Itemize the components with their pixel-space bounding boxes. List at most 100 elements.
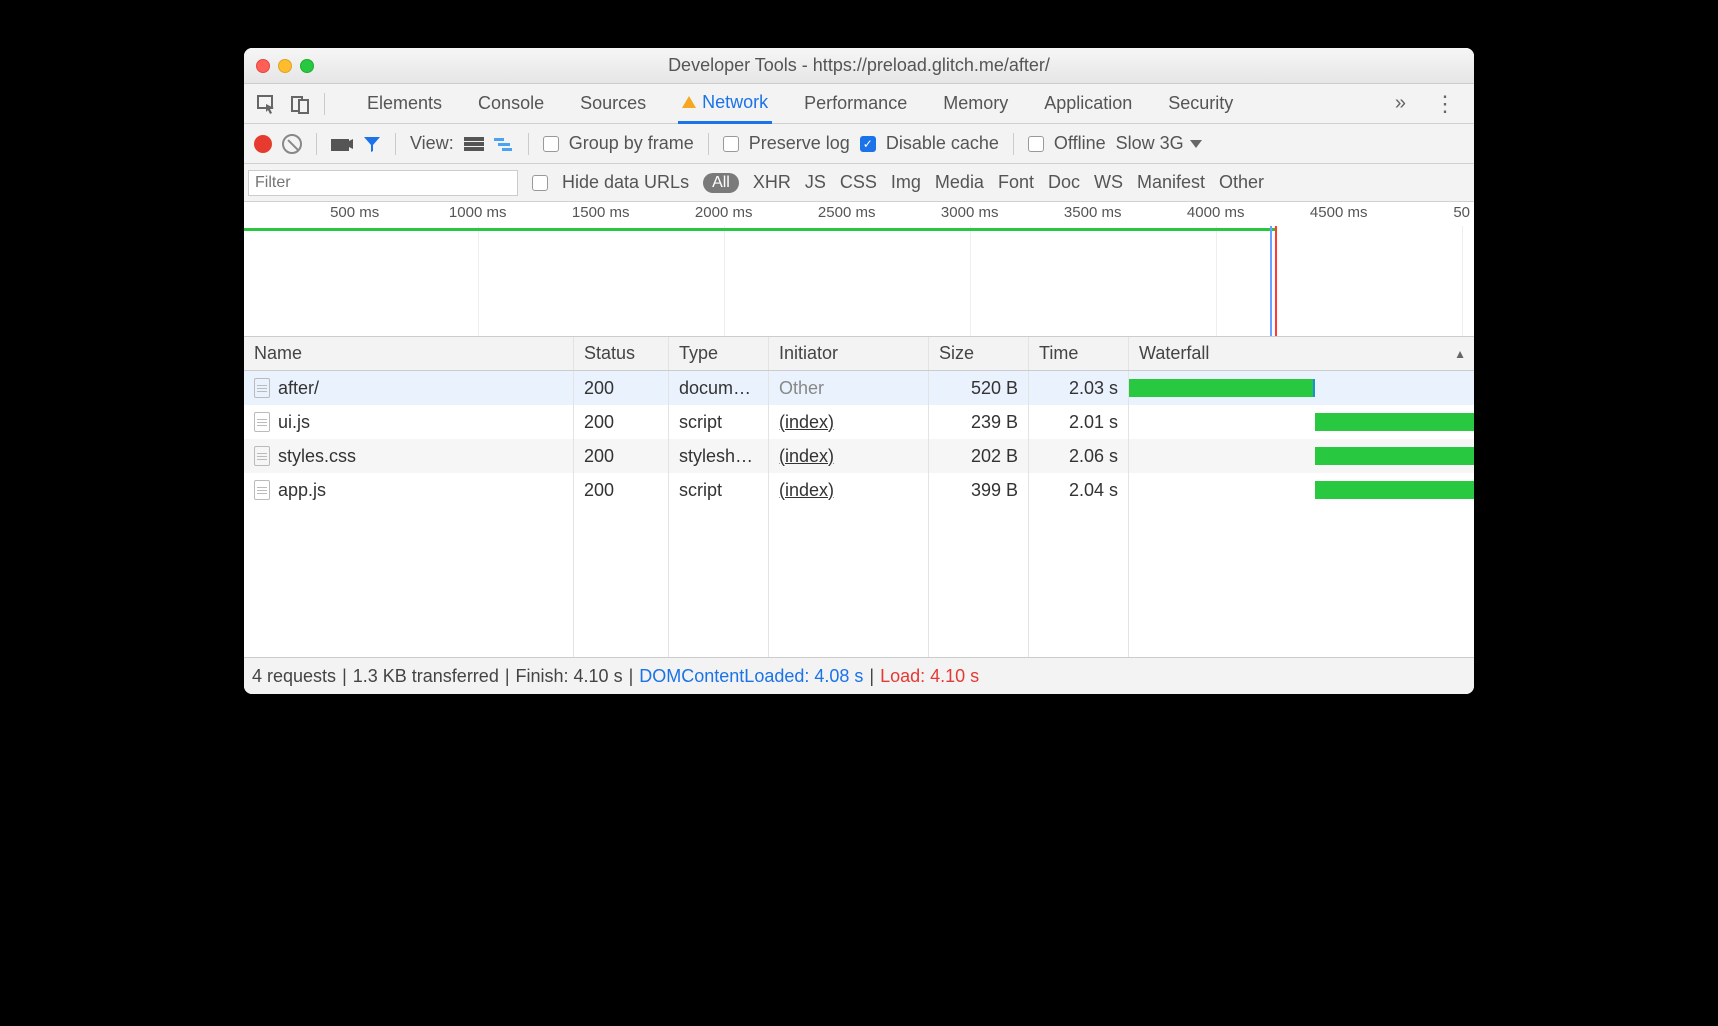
status-requests: 4 requests — [252, 666, 336, 687]
separator — [528, 133, 529, 155]
tab-elements[interactable]: Elements — [363, 84, 446, 124]
capture-screenshots-icon[interactable] — [331, 136, 353, 152]
col-name[interactable]: Name — [244, 337, 574, 370]
filter-input[interactable] — [248, 170, 518, 196]
cell-name: styles.css — [244, 439, 574, 473]
separator — [395, 133, 396, 155]
cell-waterfall — [1129, 371, 1474, 405]
devtools-window: Developer Tools - https://preload.glitch… — [244, 48, 1474, 694]
chevron-down-icon — [1190, 140, 1202, 148]
filter-type-doc[interactable]: Doc — [1048, 172, 1080, 193]
device-toggle-icon[interactable] — [286, 90, 314, 118]
filter-type-all[interactable]: All — [703, 173, 739, 193]
filter-type-img[interactable]: Img — [891, 172, 921, 193]
minimize-window-button[interactable] — [278, 59, 292, 73]
cell-time: 2.04 s — [1029, 473, 1129, 507]
group-by-frame-label: Group by frame — [569, 133, 694, 154]
timeline-overview[interactable]: 500 ms 1000 ms 1500 ms 2000 ms 2500 ms 3… — [244, 202, 1474, 337]
col-status[interactable]: Status — [574, 337, 669, 370]
cell-initiator[interactable]: (index) — [769, 405, 929, 439]
filter-type-font[interactable]: Font — [998, 172, 1034, 193]
hide-data-urls-label: Hide data URLs — [562, 172, 689, 193]
timeline-tick: 3000 ms — [941, 204, 999, 221]
timeline-tick: 4000 ms — [1187, 204, 1245, 221]
tab-memory[interactable]: Memory — [939, 84, 1012, 124]
filter-type-other[interactable]: Other — [1219, 172, 1264, 193]
cell-size: 239 B — [929, 405, 1029, 439]
requests-table: Name Status Type Initiator Size Time Wat… — [244, 337, 1474, 658]
offline-label: Offline — [1054, 133, 1106, 154]
load-marker — [1275, 226, 1277, 336]
col-time[interactable]: Time — [1029, 337, 1129, 370]
tab-network[interactable]: Network — [678, 84, 772, 124]
col-type[interactable]: Type — [669, 337, 769, 370]
file-icon — [254, 446, 270, 466]
timeline-gridlines — [244, 226, 1474, 336]
hide-data-urls-checkbox[interactable] — [532, 175, 548, 191]
inspect-icon[interactable] — [252, 90, 280, 118]
throttle-select[interactable]: Slow 3G — [1116, 133, 1202, 154]
table-header: Name Status Type Initiator Size Time Wat… — [244, 337, 1474, 371]
timeline-tick: 2000 ms — [695, 204, 753, 221]
close-window-button[interactable] — [256, 59, 270, 73]
cell-status: 200 — [574, 405, 669, 439]
filter-type-ws[interactable]: WS — [1094, 172, 1123, 193]
maximize-window-button[interactable] — [300, 59, 314, 73]
tab-performance[interactable]: Performance — [800, 84, 911, 124]
cell-waterfall — [1129, 473, 1474, 507]
cell-initiator[interactable]: (index) — [769, 439, 929, 473]
clear-button[interactable] — [282, 134, 302, 154]
status-load: Load: 4.10 s — [880, 666, 979, 687]
tab-sources[interactable]: Sources — [576, 84, 650, 124]
col-size[interactable]: Size — [929, 337, 1029, 370]
filter-type-js[interactable]: JS — [805, 172, 826, 193]
cell-size: 520 B — [929, 371, 1029, 405]
status-finish: Finish: 4.10 s — [516, 666, 623, 687]
preserve-log-checkbox[interactable] — [723, 136, 739, 152]
timeline-tick: 4500 ms — [1310, 204, 1368, 221]
file-icon — [254, 378, 270, 398]
group-by-frame-checkbox[interactable] — [543, 136, 559, 152]
cell-size: 202 B — [929, 439, 1029, 473]
window-title: Developer Tools - https://preload.glitch… — [244, 55, 1474, 76]
cell-waterfall — [1129, 439, 1474, 473]
separator — [1013, 133, 1014, 155]
table-row[interactable]: app.js 200 script (index) 399 B 2.04 s — [244, 473, 1474, 507]
disable-cache-label: Disable cache — [886, 133, 999, 154]
table-row[interactable]: after/ 200 docum… Other 520 B 2.03 s — [244, 371, 1474, 405]
cell-type: docum… — [669, 371, 769, 405]
status-bar: 4 requests | 1.3 KB transferred | Finish… — [244, 658, 1474, 694]
file-icon — [254, 412, 270, 432]
cell-time: 2.06 s — [1029, 439, 1129, 473]
status-dcl: DOMContentLoaded: 4.08 s — [639, 666, 863, 687]
disable-cache-checkbox[interactable] — [860, 136, 876, 152]
filter-type-css[interactable]: CSS — [840, 172, 877, 193]
settings-menu-button[interactable]: ⋮ — [1424, 91, 1466, 117]
cell-name: after/ — [244, 371, 574, 405]
table-row[interactable]: styles.css 200 stylesh… (index) 202 B 2.… — [244, 439, 1474, 473]
filter-type-media[interactable]: Media — [935, 172, 984, 193]
separator — [324, 93, 325, 115]
preserve-log-label: Preserve log — [749, 133, 850, 154]
more-tabs-button[interactable]: » — [1383, 92, 1418, 115]
timeline-activity-line — [244, 228, 1275, 231]
tab-application[interactable]: Application — [1040, 84, 1136, 124]
cell-initiator[interactable]: (index) — [769, 473, 929, 507]
filter-icon[interactable] — [363, 135, 381, 153]
status-transferred: 1.3 KB transferred — [353, 666, 499, 687]
col-waterfall[interactable]: Waterfall — [1129, 337, 1474, 370]
table-row[interactable]: ui.js 200 script (index) 239 B 2.01 s — [244, 405, 1474, 439]
record-button[interactable] — [254, 135, 272, 153]
timeline-ticks: 500 ms 1000 ms 1500 ms 2000 ms 2500 ms 3… — [244, 202, 1474, 226]
large-rows-icon[interactable] — [464, 136, 484, 152]
col-initiator[interactable]: Initiator — [769, 337, 929, 370]
view-label: View: — [410, 133, 454, 154]
waterfall-view-icon[interactable] — [494, 136, 514, 152]
tab-security[interactable]: Security — [1164, 84, 1237, 124]
tab-console[interactable]: Console — [474, 84, 548, 124]
table-empty-rows — [244, 507, 1474, 657]
filter-type-xhr[interactable]: XHR — [753, 172, 791, 193]
offline-checkbox[interactable] — [1028, 136, 1044, 152]
filter-type-manifest[interactable]: Manifest — [1137, 172, 1205, 193]
network-toolbar: View: Group by frame Preserve log Disabl… — [244, 124, 1474, 164]
